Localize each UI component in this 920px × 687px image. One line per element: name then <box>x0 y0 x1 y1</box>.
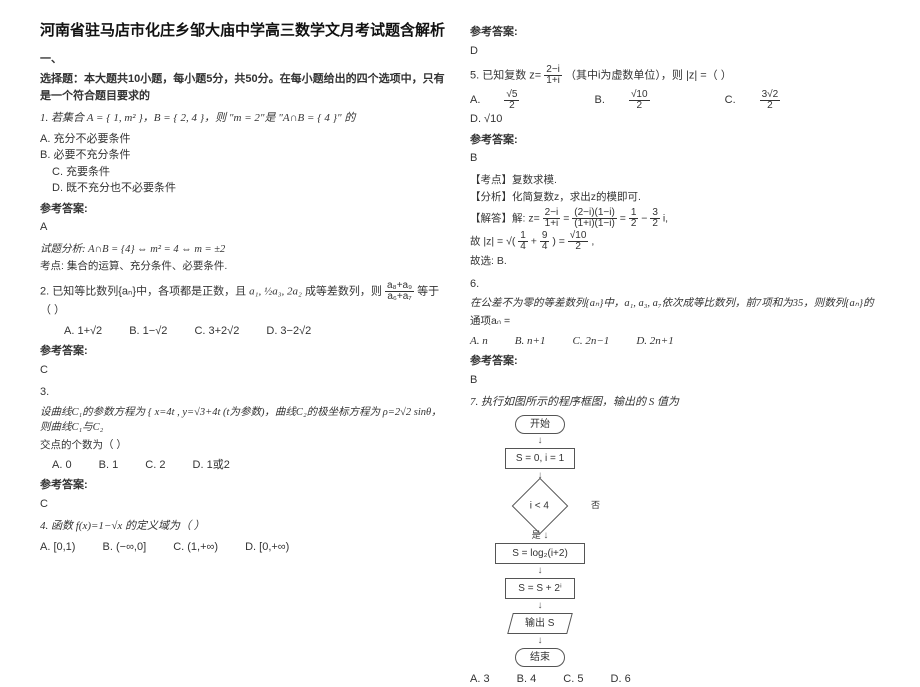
flow-init: S = 0, i = 1 <box>505 448 575 469</box>
q3-answer: C <box>40 496 450 513</box>
q6-answer-label: 参考答案: <box>470 353 880 370</box>
q5-opt-a: A. √52 <box>470 90 567 111</box>
q7-opt-c: C. 5 <box>563 671 583 687</box>
q1-explain2: 考点: 集合的运算、充分条件、必要条件. <box>40 259 450 275</box>
q5-fraction: 2−i1+i <box>544 65 562 86</box>
q2-opt-d: D. 3−2√2 <box>266 323 311 340</box>
q7-opt-b: B. 4 <box>517 671 537 687</box>
q5-options: A. √52 B. √102 C. 3√22 D. √10 <box>470 90 880 128</box>
arrow-icon: ↓ <box>470 567 610 575</box>
q1-options: A. 充分不必要条件 B. 必要不充分条件 C. 充要条件 D. 既不充分也不必… <box>40 131 450 197</box>
flow-output: 输出 S <box>507 613 573 634</box>
q7-flowchart: 开始 ↓ S = 0, i = 1 ↓ i < 4 否 是 ↓ S = log₂… <box>470 415 610 667</box>
right-column: 参考答案: D 5. 已知复数 z= 2−i1+i （其中i为虚数单位），则 |… <box>460 20 890 631</box>
q6-opt-d: D. 2n+1 <box>636 333 673 350</box>
q5-answer-label: 参考答案: <box>470 132 880 149</box>
q4-opt-b: B. (−∞,0] <box>103 539 147 556</box>
q6-answer: B <box>470 372 880 389</box>
q4-answer: D <box>470 43 880 60</box>
q6-opt-a: A. n <box>470 333 488 350</box>
q4-opt-a: A. [0,1) <box>40 539 75 556</box>
left-column: 河南省驻马店市化庄乡邹大庙中学高三数学文月考试题含解析 一、 选择题：本大题共1… <box>30 20 460 631</box>
doc-title: 河南省驻马店市化庄乡邹大庙中学高三数学文月考试题含解析 <box>40 20 450 43</box>
q3-opt-d: D. 1或2 <box>193 457 230 474</box>
q2-fraction: a₈+a₉a₆+a₇ <box>385 281 414 302</box>
q5-answer: B <box>470 150 880 167</box>
q4-opt-c: C. (1,+∞) <box>173 539 218 556</box>
q7-opt-a: A. 3 <box>470 671 490 687</box>
q2-opt-b: B. 1−√2 <box>129 323 167 340</box>
q6-stem: 在公差不为零的等差数列{aₙ}中，a₁, a₃, a₇依次成等比数列，前7项和为… <box>470 296 880 312</box>
q3-answer-label: 参考答案: <box>40 477 450 494</box>
q4-options: A. [0,1) B. (−∞,0] C. (1,+∞) D. [0,+∞) <box>40 539 450 556</box>
q6-opt-c: C. 2n−1 <box>573 333 610 350</box>
q6-num: 6. <box>470 276 880 293</box>
q2-options: A. 1+√2 B. 1−√2 C. 3+2√2 D. 3−2√2 <box>64 323 450 340</box>
q6-stem2: 通项aₙ = <box>470 314 880 330</box>
q5-jd: 【解答】解: z= 2−i1+i = (2−i)(1−i)(1+i)(1−i) … <box>470 208 880 229</box>
q5-jd2: 故 |z| = √( 14 + 94 ) = √102 , <box>470 231 880 252</box>
q3-stem: 设曲线C₁的参数方程为 { x=4t , y=√3+4t (t为参数)，曲线C₂… <box>40 405 450 437</box>
q5-stem: 5. 已知复数 z= 2−i1+i （其中i为虚数单位），则 |z| =（ ） <box>470 65 880 86</box>
q1-explain1: 试题分析: A∩B = {4} ⇔ m² = 4 ⇔ m = ±2 <box>40 242 450 258</box>
q4-opt-d: D. [0,+∞) <box>245 539 289 556</box>
q3-opt-a: A. 0 <box>52 457 72 474</box>
section-instructions: 选择题：本大题共10小题，每小题5分，共50分。在每小题给出的四个选项中，只有是… <box>40 71 450 104</box>
flow-condition: i < 4 <box>512 477 569 534</box>
q5-conclusion: 故选: B. <box>470 254 880 270</box>
q7-options: A. 3 B. 4 C. 5 D. 6 <box>470 671 880 687</box>
q4-stem: 4. 函数 f(x)=1−√x 的定义域为（ ） <box>40 518 450 535</box>
q6-opt-b: B. n+1 <box>515 333 546 350</box>
q5-opt-d: D. √10 <box>470 111 502 128</box>
q2-answer-label: 参考答案: <box>40 343 450 360</box>
q5-opt-c: C. 3√22 <box>725 90 829 111</box>
arrow-icon: ↓ <box>470 637 610 645</box>
section-number: 一、 <box>40 51 450 68</box>
q2-opt-a: A. 1+√2 <box>64 323 102 340</box>
q5-fx: 【分析】化简复数z，求出z的模即可. <box>470 190 880 206</box>
q2-opt-c: C. 3+2√2 <box>194 323 239 340</box>
q1-stem: 1. 若集合 A = { 1, m² }，B = { 2, 4 }，则 "m =… <box>40 110 450 127</box>
q3-num: 3. <box>40 384 450 401</box>
flow-update: S = log₂(i+2) <box>495 543 585 564</box>
q5-kp: 【考点】复数求模. <box>470 173 880 189</box>
q3-stem2: 交点的个数为（ ） <box>40 438 450 454</box>
arrow-icon: ↓ <box>470 437 610 445</box>
flow-no-label: 否 <box>591 499 600 513</box>
q4-answer-label: 参考答案: <box>470 24 880 41</box>
flow-start: 开始 <box>515 415 565 434</box>
q1-opt-a: A. 充分不必要条件 <box>40 131 450 148</box>
q2-answer: C <box>40 362 450 379</box>
q2-stem: 2. 已知等比数列{aₙ}中，各项都是正数，且 a₁, ½a₃, 2a₂ 成等差… <box>40 281 450 319</box>
q1-answer: A <box>40 219 450 236</box>
arrow-icon: ↓ <box>470 602 610 610</box>
q1-opt-d: D. 既不充分也不必要条件 <box>52 180 450 197</box>
q3-opt-b: B. 1 <box>99 457 119 474</box>
q6-options: A. n B. n+1 C. 2n−1 D. 2n+1 <box>470 333 880 350</box>
q5-opt-b: B. √102 <box>595 90 698 111</box>
q1-answer-label: 参考答案: <box>40 201 450 218</box>
q7-opt-d: D. 6 <box>611 671 631 687</box>
q1-opt-c: C. 充要条件 <box>52 164 450 181</box>
q3-options: A. 0 B. 1 C. 2 D. 1或2 <box>52 457 450 474</box>
q3-opt-c: C. 2 <box>145 457 165 474</box>
q1-opt-b: B. 必要不充分条件 <box>40 147 450 164</box>
flow-increment: S = S + 2ⁱ <box>505 578 575 599</box>
q7-stem: 7. 执行如图所示的程序框图，输出的 S 值为 <box>470 394 880 411</box>
